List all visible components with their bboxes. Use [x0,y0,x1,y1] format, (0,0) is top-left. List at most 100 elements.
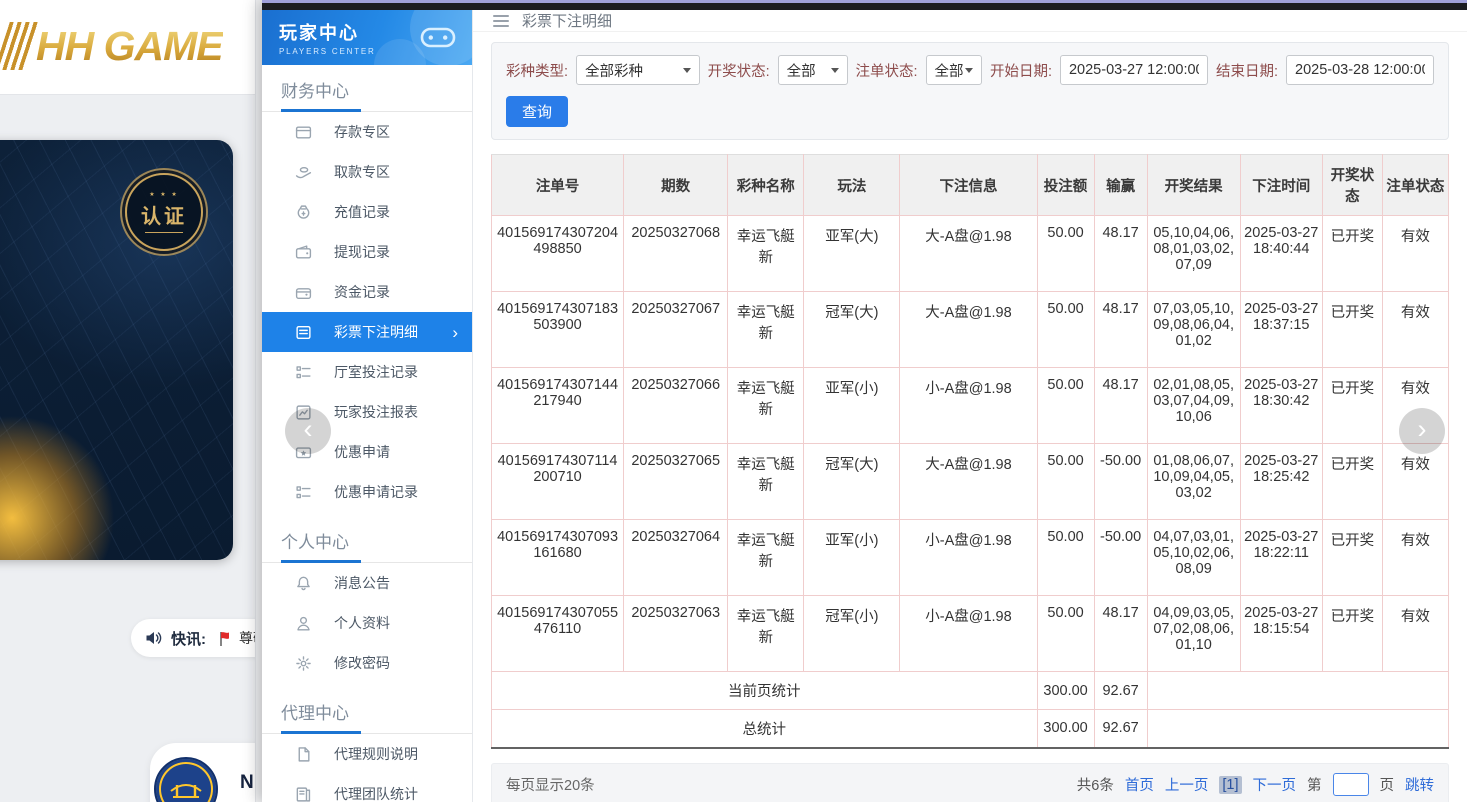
sidebar-item[interactable]: 充值记录 [262,192,472,232]
content-header: 彩票下注明细 [473,10,1467,32]
table-cell: 20250327065 [624,444,728,520]
sidebar-item[interactable]: 厅室投注记录 [262,352,472,392]
column-header: 开奖状态 [1322,155,1382,216]
current-page-indicator: [1] [1219,776,1241,794]
sidebar-item[interactable]: 资金记录 [262,272,472,312]
sidebar-item-label: 优惠申请记录 [334,482,418,502]
table-row: 40156917430711420071020250327065幸运飞艇新冠军(… [492,444,1449,520]
table-cell: 48.17 [1094,368,1147,444]
column-header: 投注额 [1037,155,1094,216]
sidebar-item[interactable]: 取款专区 [262,152,472,192]
sidebar-subtitle: PLAYERS CENTER [279,47,376,56]
search-button[interactable]: 查询 [506,96,568,127]
sidebar-item[interactable]: 修改密码 [262,643,472,683]
gear-icon [295,655,312,672]
end-date-input[interactable] [1286,55,1434,85]
start-date-input[interactable] [1060,55,1208,85]
page-jump-input[interactable] [1333,773,1369,796]
sidebar-item-label: 充值记录 [334,202,390,222]
table-cell: 401569174307204498850 [492,216,624,292]
table-cell: 2025-03-27 18:25:42 [1240,444,1322,520]
pagination-bar: 每页显示20条 共6条 首页 上一页 [1] 下一页 第 页 跳转 [491,763,1449,802]
table-cell: 401569174307055476110 [492,596,624,672]
sidebar-item[interactable]: 优惠申请记录 [262,472,472,512]
lottery-type-label: 彩种类型: [506,60,568,81]
table-cell: 2025-03-27 18:37:15 [1240,292,1322,368]
jump-prefix-label: 第 [1307,774,1322,795]
coupon-record-icon [295,484,312,501]
sidebar-item[interactable]: 消息公告 [262,563,472,603]
table-cell: 有效 [1382,292,1448,368]
sidebar-item-label: 资金记录 [334,282,390,302]
site-logo[interactable]: HH GAME [2,22,223,70]
order-status-label: 注单状态: [856,60,918,81]
page-stats-row: 当前页统计300.0092.67 [492,672,1449,710]
document-icon [295,746,312,763]
sidebar-item[interactable]: 个人资料 [262,603,472,643]
prev-page-link[interactable]: 上一页 [1165,774,1209,795]
draw-status-select[interactable]: 全部 [778,55,848,85]
draw-status-value: 全部 [787,60,816,81]
table-cell: 亚军(小) [804,520,900,596]
chevron-down-icon [965,68,973,73]
next-page-link[interactable]: 下一页 [1253,774,1297,795]
sidebar-item[interactable]: 代理规则说明 [262,734,472,774]
sidebar-section: 个人中心消息公告个人资料修改密码 [262,528,472,685]
sidebar-title: 玩家中心 [279,19,376,45]
column-header: 彩种名称 [728,155,804,216]
stats-bet-total: 300.00 [1037,710,1094,748]
withdraw-hand-icon [295,164,312,181]
sidebar-item[interactable]: 提现记录 [262,232,472,272]
table-cell: 50.00 [1037,368,1094,444]
table-cell: 401569174307183503900 [492,292,624,368]
sidebar-header: 玩家中心 PLAYERS CENTER [262,10,472,65]
sidebar-item[interactable]: 存款专区 [262,112,472,152]
lottery-type-value: 全部彩种 [585,60,643,81]
content-area: 彩种类型: 全部彩种 开奖状态: 全部 注单状态: 全部 [473,32,1467,802]
order-status-value: 全部 [935,60,964,81]
chevron-down-icon [683,68,691,73]
order-status-select[interactable]: 全部 [926,55,982,85]
column-header: 注单号 [492,155,624,216]
table-cell: 幸运飞艇新 [728,216,804,292]
table-row: 40156917430709316168020250327064幸运飞艇新亚军(… [492,520,1449,596]
collapse-left-button[interactable]: ‹ [285,408,331,454]
table-head: 注单号期数彩种名称玩法下注信息投注额输赢开奖结果下注时间开奖状态注单状态 [492,155,1449,216]
table-cell: 大-A盘@1.98 [900,292,1037,368]
main-content: 彩票下注明细 彩种类型: 全部彩种 开奖状态: 全部 [473,10,1467,802]
first-page-link[interactable]: 首页 [1125,774,1154,795]
sidebar-item-label: 提现记录 [334,242,390,262]
table-cell: 亚军(小) [804,368,900,444]
sidebar-item-label: 修改密码 [334,653,390,673]
menu-icon[interactable] [493,15,509,27]
table-cell: 20250327064 [624,520,728,596]
wallet-icon [295,244,312,261]
warriors-logo-icon [154,757,218,802]
pagination-controls: 共6条 首页 上一页 [1] 下一页 第 页 跳转 [1077,773,1434,796]
stats-winloss-total: 92.67 [1094,710,1147,748]
page-scrollbar[interactable] [255,0,262,802]
table-cell: 50.00 [1037,292,1094,368]
lottery-type-select[interactable]: 全部彩种 [576,55,700,85]
expand-right-button[interactable]: › [1399,408,1445,454]
sidebar-item[interactable]: 彩票下注明细› [262,312,472,352]
total-stats-row: 总统计300.0092.67 [492,710,1449,748]
stats-bet-total: 300.00 [1037,672,1094,710]
room-record-icon [295,364,312,381]
table-cell: 小-A盘@1.98 [900,596,1037,672]
person-icon [295,615,312,632]
table-cell: 04,09,03,05,07,02,08,06,01,10 [1147,596,1240,672]
table-cell: 401569174307144217940 [492,368,624,444]
table-cell: 已开奖 [1322,596,1382,672]
sidebar-item-label: 玩家投注报表 [334,402,418,422]
sidebar-item[interactable]: 代理团队统计 [262,774,472,802]
page-title: 彩票下注明细 [522,10,612,31]
bet-detail-icon [295,324,312,341]
stats-empty [1147,672,1448,710]
table-cell: -50.00 [1094,520,1147,596]
stats-empty [1147,710,1448,748]
badge-stars: ★ ★ ★ [149,191,178,198]
jump-suffix-label: 页 [1380,774,1395,795]
jump-button[interactable]: 跳转 [1405,774,1434,795]
table-cell: 已开奖 [1322,368,1382,444]
